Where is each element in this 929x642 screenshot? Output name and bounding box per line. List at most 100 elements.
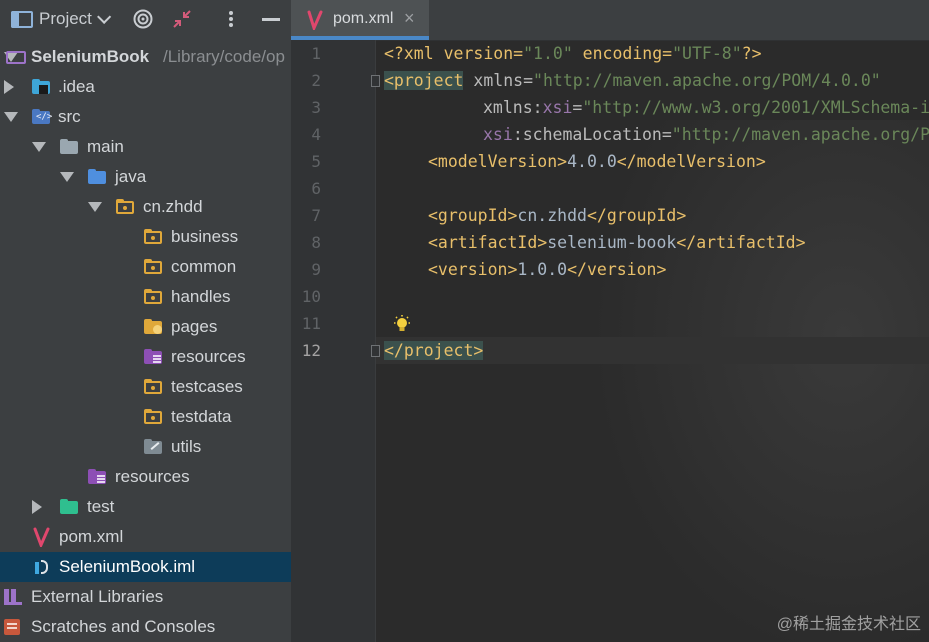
tree-item-external-libraries[interactable]: External Libraries [0,582,291,612]
tree-item-path: /Library/code/op [163,47,285,66]
maven-icon [33,527,51,549]
line-number: 11 [301,314,321,333]
xml-tag: <version> [428,260,518,279]
code-line-5[interactable]: <modelVersion>4.0.0</modelVersion> [428,148,766,175]
attr-value: "http://maven.apache.org/POM/4.0.0" [671,125,929,144]
expand-arrow-icon[interactable] [4,112,18,122]
tab-label: pom.xml [333,10,394,27]
tree-item-pages[interactable]: pages [0,312,291,342]
tree-item-cn-zhdd[interactable]: cn.zhdd [0,192,291,222]
resources-folder-icon [144,349,162,364]
namespace: xsi [483,125,513,144]
line-number: 10 [301,287,321,306]
expand-arrow-icon[interactable] [32,500,42,514]
tree-item-label: .idea [58,77,95,96]
tab-pom-xml[interactable]: pom.xml × [291,0,429,40]
tree-item-test[interactable]: test [0,492,291,522]
xml-prolog: <?xml version= [384,44,524,63]
punct: = [572,98,583,117]
package-icon [144,289,162,304]
tree-item-resources[interactable]: resources [0,462,291,492]
package-icon [116,199,134,214]
tree-item-label: testcases [171,377,243,396]
xml-tag: </version> [567,260,667,279]
tree-item-label: handles [171,287,231,306]
fold-marker-icon[interactable] [371,345,380,357]
editor-pane: pom.xml × 1 2 3 4 5 6 7 8 9 10 11 12 <?x… [291,0,929,642]
code-line-3[interactable]: xmlns:xsi="http://www.w3.org/2001/XMLSch… [483,94,929,121]
tree-item-common[interactable]: common [0,252,291,282]
ide-window: Project SeleniumBook /Library/code/op .i… [0,0,929,642]
line-number: 2 [311,71,321,90]
line-number: 12 [301,341,321,360]
package-special-icon [144,319,162,334]
attr-name: :schemaLocation= [512,125,672,144]
attr-name: encoding= [572,44,673,63]
expand-arrow-icon[interactable] [4,80,14,94]
tree-item-business[interactable]: business [0,222,291,252]
code-line-9[interactable]: <version>1.0.0</version> [428,256,666,283]
tag-text: cn.zhdd [517,206,587,225]
code-line-8[interactable]: <artifactId>selenium-book</artifactId> [428,229,806,256]
minimize-icon[interactable] [262,9,280,29]
tree-item-label: pom.xml [59,527,124,546]
tree-item-testdata[interactable]: testdata [0,402,291,432]
attr-name: xmlns= [463,71,534,90]
scratches-icon [4,619,22,635]
code-line-4[interactable]: xsi:schemaLocation="http://maven.apache.… [483,121,929,148]
tree-item-label: src [58,107,81,126]
tree-item-seleniumbook-iml[interactable]: SeleniumBook.iml [0,552,291,582]
xml-tag: <groupId> [428,206,518,225]
libraries-icon [4,589,22,605]
close-icon[interactable]: × [404,8,415,29]
xml-tag: </artifactId> [676,233,806,252]
fold-marker-icon[interactable] [371,75,380,87]
tree-item-main[interactable]: main [0,132,291,162]
tree-item-label: testdata [171,407,232,426]
tree-item-testcases[interactable]: testcases [0,372,291,402]
tree-item-label: utils [171,437,202,456]
package-icon [144,259,162,274]
namespace: xsi [542,98,573,117]
tree-item-scratches[interactable]: Scratches and Consoles [0,612,291,642]
tree-item-resources-main[interactable]: resources [0,342,291,372]
tree-item-handles[interactable]: handles [0,282,291,312]
more-icon[interactable] [226,9,236,29]
target-icon[interactable] [133,9,153,29]
source-folder-icon: </> [32,109,52,124]
view-selector[interactable]: Project [11,9,112,29]
attr-value: "http://www.w3.org/2001/XMLSchema-instan… [582,98,929,117]
code-line-7[interactable]: <groupId>cn.zhdd</groupId> [428,202,686,229]
tree-item-label: External Libraries [31,587,164,606]
project-tool-window: Project SeleniumBook /Library/code/op .i… [0,0,291,642]
expand-arrow-icon[interactable] [32,142,46,152]
line-number: 7 [311,206,321,225]
punct: : [532,98,543,117]
editor-tab-bar: pom.xml × [291,0,929,41]
package-icon [144,229,162,244]
line-number: 6 [311,179,321,198]
code-line-2[interactable]: <project xmlns="http://maven.apache.org/… [384,67,881,94]
collapse-icon[interactable] [172,9,192,29]
line-number: 1 [311,44,321,63]
attr-value: "1.0" [523,44,573,63]
code-line-12[interactable]: </project> [384,337,484,364]
code-line-1[interactable]: <?xml version="1.0" encoding="UTF-8"?> [384,40,762,67]
package-icon [144,409,162,424]
tree-item-label: pages [171,317,218,336]
tree-item-utils[interactable]: utils [0,432,291,462]
view-selector-label: Project [39,9,92,28]
expand-arrow-icon[interactable] [60,172,74,182]
tree-item-label: cn.zhdd [143,197,203,216]
tree-item-idea[interactable]: .idea [0,72,291,102]
tree-item-seleniumbook[interactable]: SeleniumBook /Library/code/op [0,42,291,72]
tree-item-java[interactable]: java [0,162,291,192]
tree-item-pom-xml[interactable]: pom.xml [0,522,291,552]
iml-file-icon [33,559,51,574]
xml-tag: </modelVersion> [616,152,766,171]
expand-arrow-icon[interactable] [88,202,102,212]
chevron-down-icon [96,9,112,24]
tree-item-label: java [115,167,147,186]
tag-text: 1.0.0 [517,260,568,279]
tree-item-src[interactable]: </> src [0,102,291,132]
